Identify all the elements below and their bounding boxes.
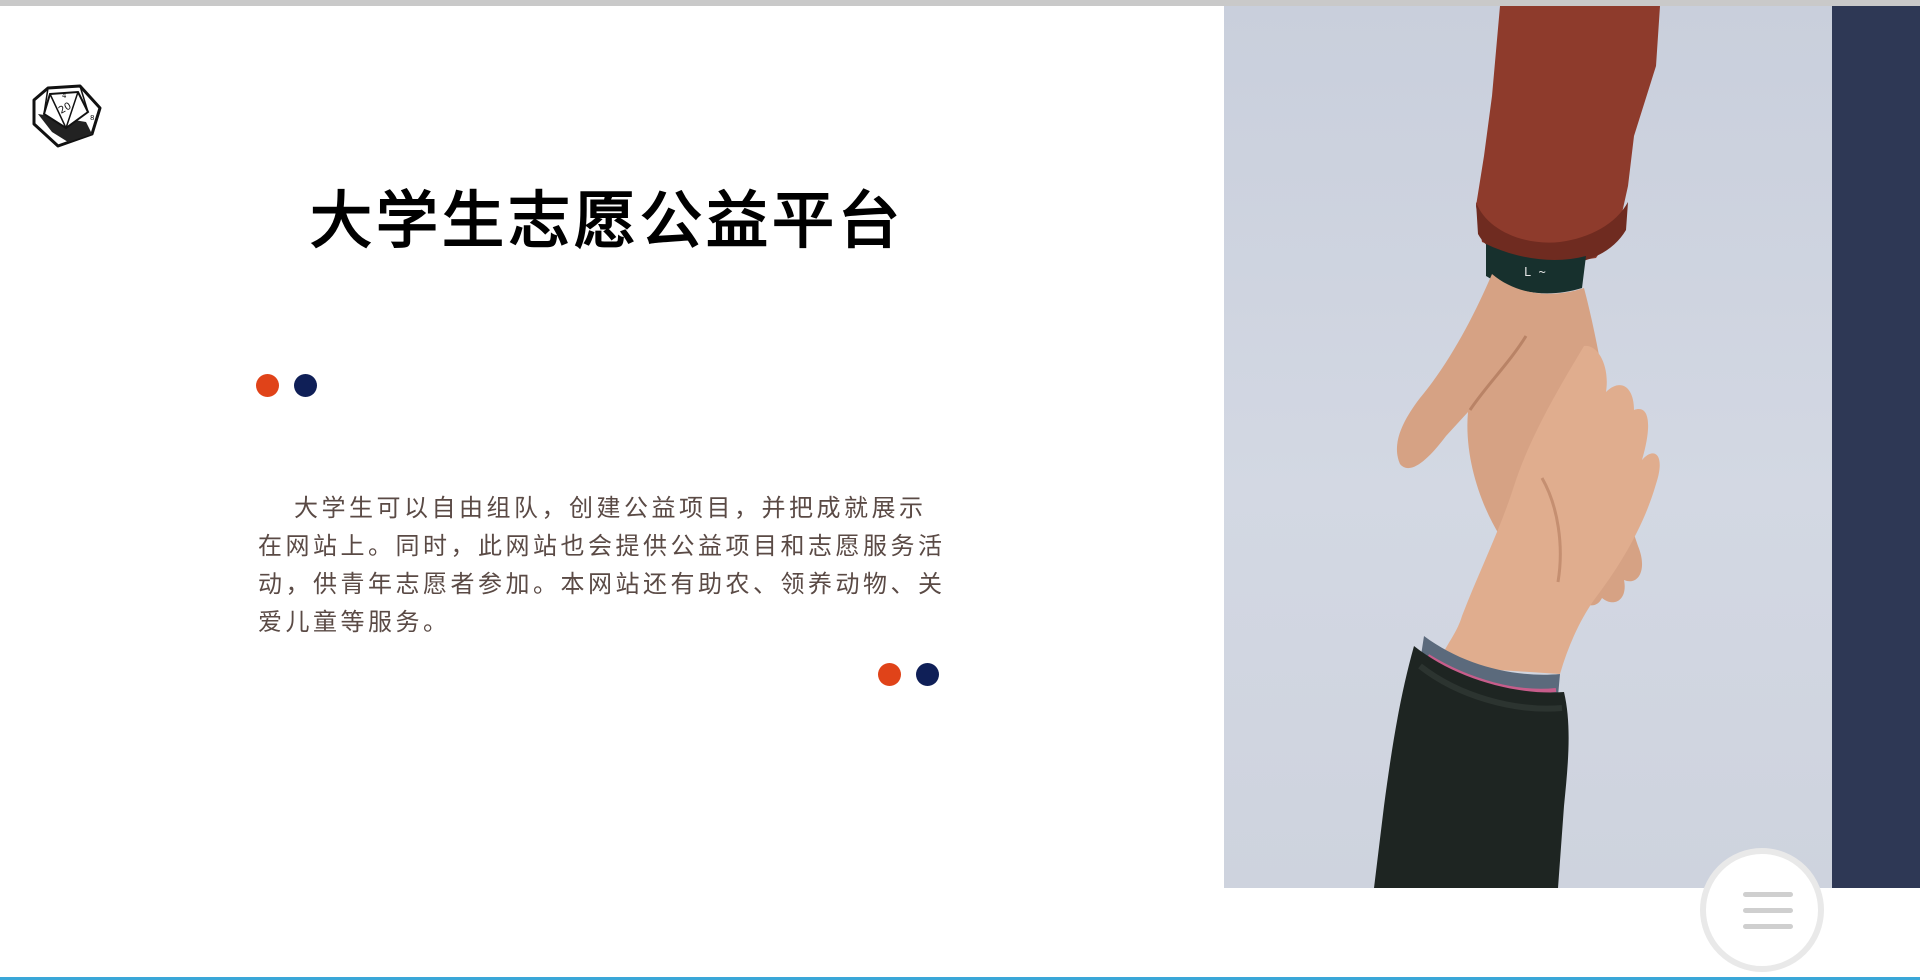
intro-paragraph: 大学生可以自由组队，创建公益项目，并把成就展示在网站上。同时，此网站也会提供公益… <box>258 494 946 636</box>
decor-dot-orange <box>256 374 279 397</box>
decor-dot-navy <box>294 374 317 397</box>
decor-dot-orange <box>878 663 901 686</box>
page-title: 大学生志愿公益平台 <box>310 184 905 257</box>
svg-text:8: 8 <box>90 114 94 122</box>
hamburger-menu-button[interactable] <box>1700 848 1824 972</box>
side-panel <box>1832 6 1920 888</box>
svg-text:4: 4 <box>62 92 67 100</box>
helping-hands-photo: L ~ <box>1224 6 1832 888</box>
svg-text:L ~: L ~ <box>1524 265 1546 279</box>
d20-dice-icon[interactable]: 20 4 8 <box>28 84 104 148</box>
decor-dot-navy <box>916 663 939 686</box>
